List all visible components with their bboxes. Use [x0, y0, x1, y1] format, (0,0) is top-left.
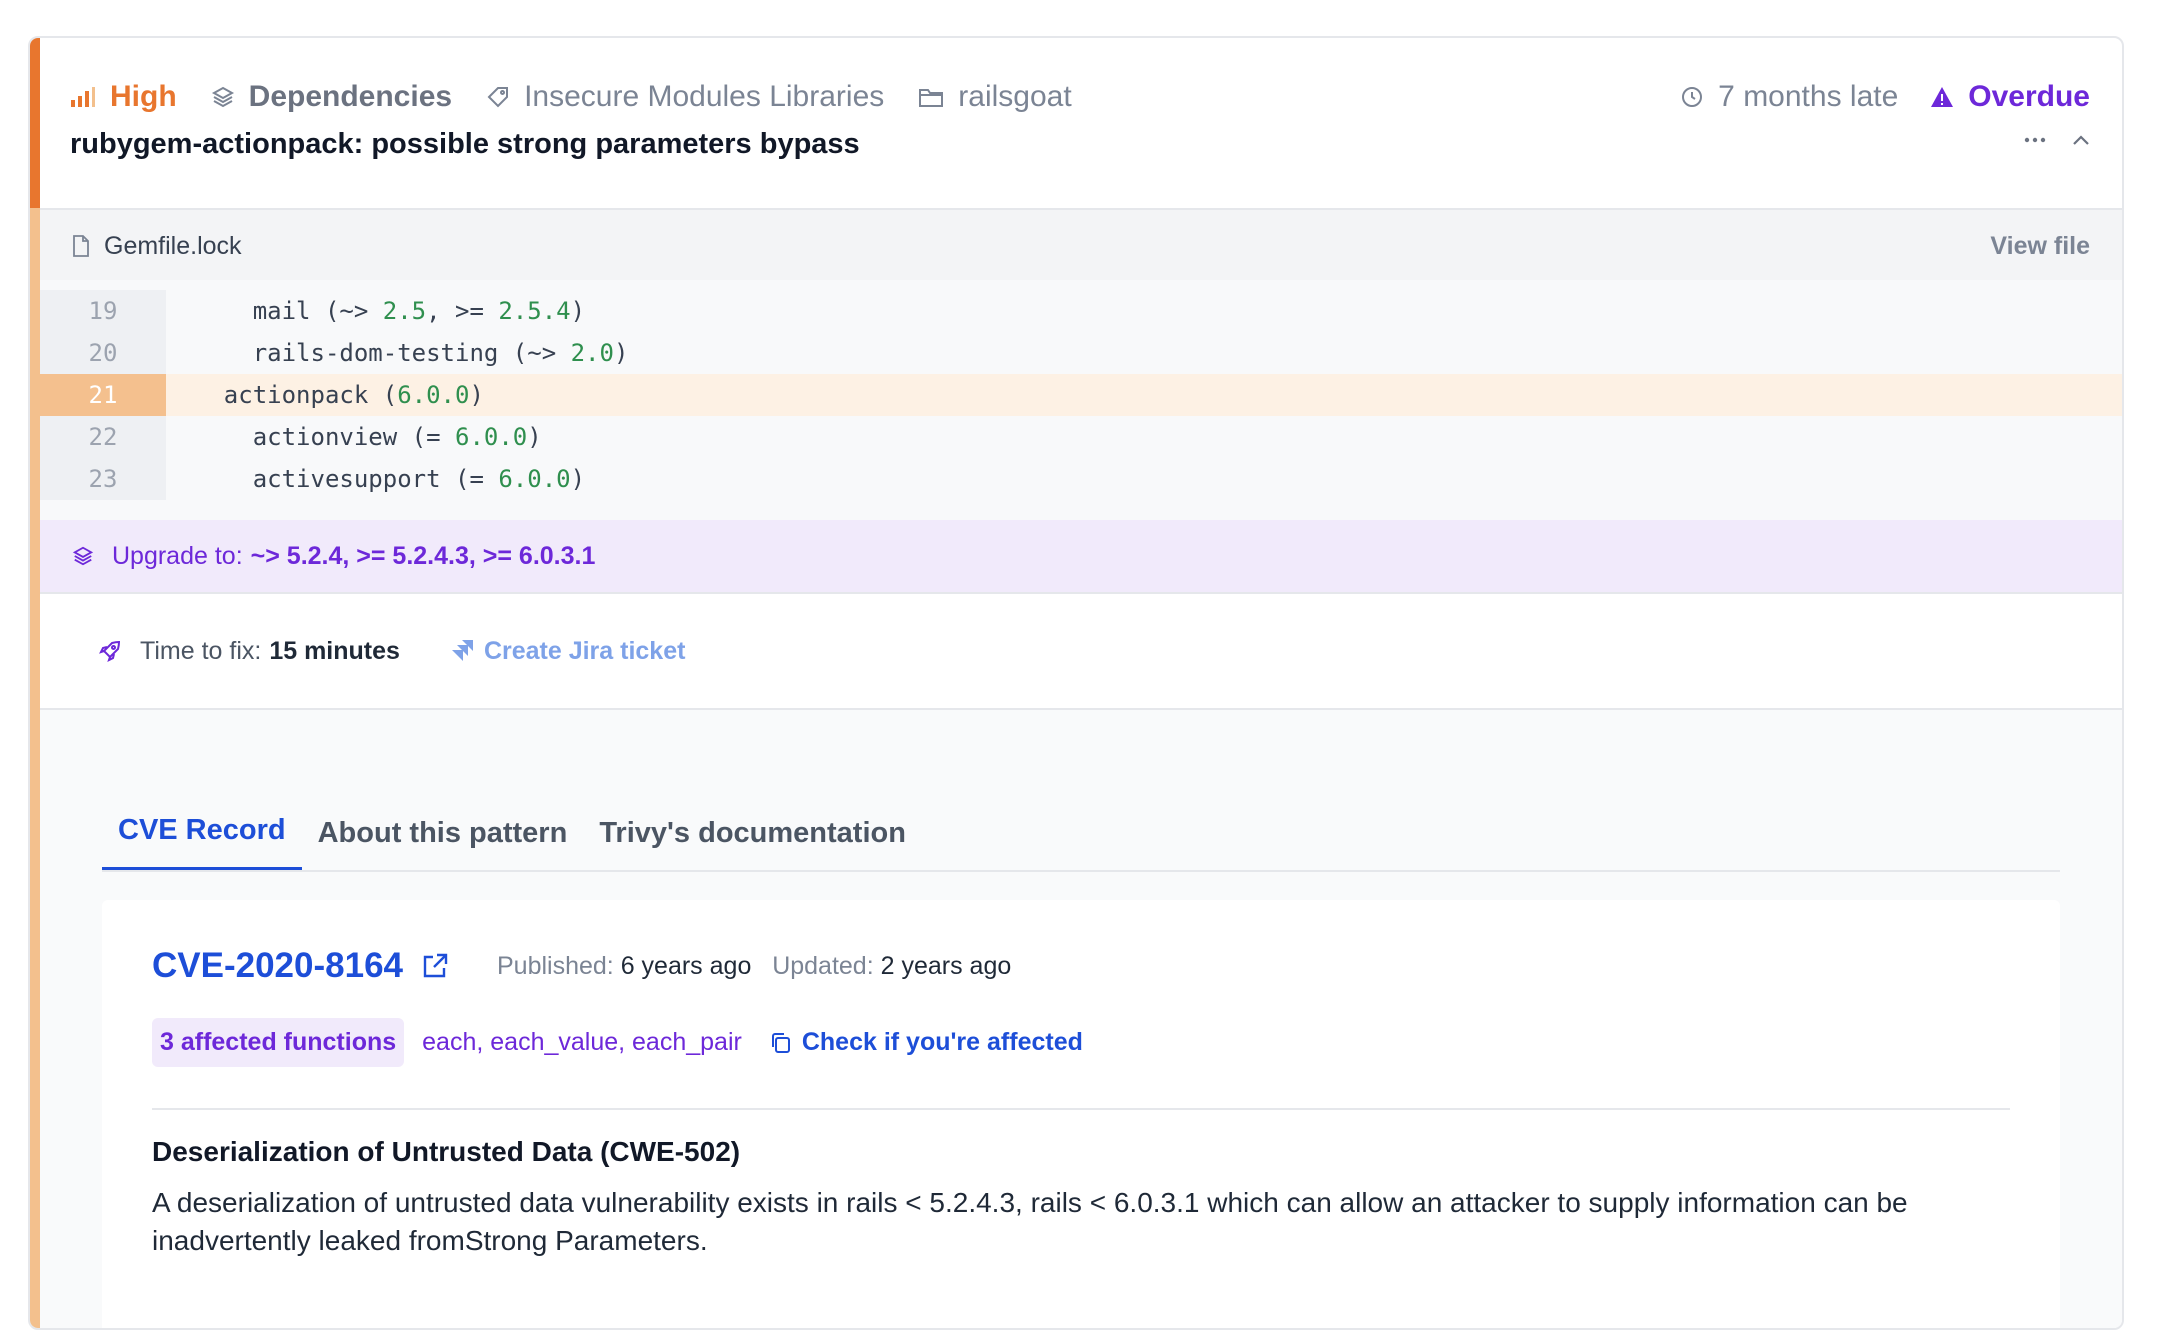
signal-bars-icon	[71, 87, 95, 107]
due-date-tag: 7 months late	[1680, 80, 1898, 114]
late-label: 7 months late	[1718, 80, 1899, 113]
severity-label: High	[110, 80, 177, 113]
category-label: Dependencies	[248, 80, 453, 113]
code-text: mail (~> 2.5, >= 2.5.4)	[252, 297, 586, 325]
copy-icon	[771, 1032, 790, 1053]
warning-icon	[1931, 87, 1954, 107]
rocket-icon	[98, 639, 122, 663]
line-number: 20	[40, 332, 166, 374]
chevron-up-icon	[2073, 135, 2089, 145]
time-to-fix-label: Time to fix:	[140, 636, 262, 665]
layers-icon	[72, 545, 94, 567]
check-affected-label: Check if you're affected	[801, 1028, 1083, 1056]
category-tag[interactable]: Dependencies	[211, 80, 452, 114]
affected-functions-row: 3 affected functions each, each_value, e…	[152, 1018, 1083, 1067]
folder-icon	[919, 89, 944, 107]
cve-record-panel: CVE-2020-8164 Published: 6 years ago Upd…	[102, 900, 2060, 1328]
code-text: actionview (= 6.0.0)	[252, 423, 542, 451]
file-header: Gemfile.lock View file	[40, 208, 2122, 282]
cve-description: A deserialization of untrusted data vuln…	[152, 1187, 1908, 1256]
cve-dates: Published: 6 years ago Updated: 2 years …	[497, 952, 1011, 981]
code-snippet: 19 mail (~> 2.5, >= 2.5.4) 20 rails-dom-…	[40, 280, 2122, 520]
accent-bar	[30, 208, 40, 1328]
repository-label: railsgoat	[958, 80, 1072, 113]
external-link-icon[interactable]	[421, 952, 449, 980]
details-section: CVE Record About this pattern Trivy's do…	[40, 710, 2122, 1328]
more-options-button[interactable]	[2024, 137, 2046, 143]
upgrade-versions: ~> 5.2.4, >= 5.2.4.3, >= 6.0.3.1	[250, 541, 596, 570]
code-text: rails-dom-testing (~> 2.0)	[252, 339, 629, 367]
details-tabs: CVE Record About this pattern Trivy's do…	[102, 790, 2060, 872]
jira-label: Create Jira ticket	[483, 636, 686, 665]
ellipsis-icon	[2024, 137, 2046, 143]
check-affected-button[interactable]: Check if you're affected	[770, 1028, 1083, 1057]
overdue-label: Overdue	[1968, 80, 2090, 113]
clock-icon	[1682, 87, 1703, 107]
tab-about-pattern[interactable]: About this pattern	[302, 817, 584, 870]
fix-row: Time to fix: 15 minutes Create Jira tick…	[40, 594, 2122, 710]
published-label: Published:	[497, 951, 614, 980]
affected-functions-list: each, each_value, each_pair	[422, 1028, 742, 1056]
updated-value: 2 years ago	[880, 951, 1012, 980]
highlighted-code-line: 21 actionpack (6.0.0)	[40, 374, 2122, 416]
issue-meta-row: High Dependencies Insecure Modules Libra…	[70, 72, 2090, 122]
code-text: activesupport (= 6.0.0)	[252, 465, 586, 493]
issue-title[interactable]: rubygem-actionpack: possible strong para…	[70, 128, 860, 161]
line-number: 21	[40, 374, 166, 416]
tab-trivy-documentation[interactable]: Trivy's documentation	[583, 817, 922, 870]
file-name: Gemfile.lock	[104, 231, 242, 260]
updated-label: Updated:	[772, 951, 874, 980]
upgrade-label: Upgrade to:	[112, 541, 243, 570]
create-jira-ticket-button[interactable]: Create Jira ticket	[450, 636, 686, 666]
divider	[152, 1108, 2010, 1110]
tag-icon	[487, 87, 509, 108]
severity-tag[interactable]: High	[70, 80, 177, 114]
file-icon	[72, 235, 90, 257]
code-line: 19 mail (~> 2.5, >= 2.5.4)	[40, 290, 2122, 332]
pattern-tag[interactable]: Insecure Modules Libraries	[486, 80, 884, 114]
line-number: 23	[40, 458, 166, 500]
code-line: 20 rails-dom-testing (~> 2.0)	[40, 332, 2122, 374]
line-number: 22	[40, 416, 166, 458]
line-number: 19	[40, 290, 166, 332]
repository-tag[interactable]: railsgoat	[918, 80, 1072, 114]
severity-accent-bar	[30, 38, 40, 208]
tab-cve-record[interactable]: CVE Record	[102, 814, 302, 870]
header-actions	[1998, 134, 2090, 146]
cve-header: CVE-2020-8164 Published: 6 years ago Upd…	[152, 946, 1011, 986]
time-to-fix-value: 15 minutes	[269, 636, 400, 665]
overdue-status: Overdue	[1930, 80, 2090, 114]
affected-functions-badge: 3 affected functions	[152, 1018, 405, 1067]
jira-icon	[451, 640, 473, 661]
view-file-link[interactable]: View file	[1990, 232, 2090, 261]
collapse-button[interactable]	[2072, 134, 2090, 146]
code-line: 23 activesupport (= 6.0.0)	[40, 458, 2122, 500]
published-value: 6 years ago	[620, 951, 752, 980]
issue-card: High Dependencies Insecure Modules Libra…	[28, 36, 2124, 1330]
code-line: 22 actionview (= 6.0.0)	[40, 416, 2122, 458]
cwe-title: Deserialization of Untrusted Data (CWE-5…	[152, 1136, 741, 1167]
code-text: actionpack (6.0.0)	[223, 381, 484, 409]
cve-id-link[interactable]: CVE-2020-8164	[152, 946, 403, 986]
upgrade-banner: Upgrade to: ~> 5.2.4, >= 5.2.4.3, >= 6.0…	[40, 520, 2122, 594]
layers-icon	[211, 86, 234, 108]
pattern-label: Insecure Modules Libraries	[524, 80, 885, 113]
